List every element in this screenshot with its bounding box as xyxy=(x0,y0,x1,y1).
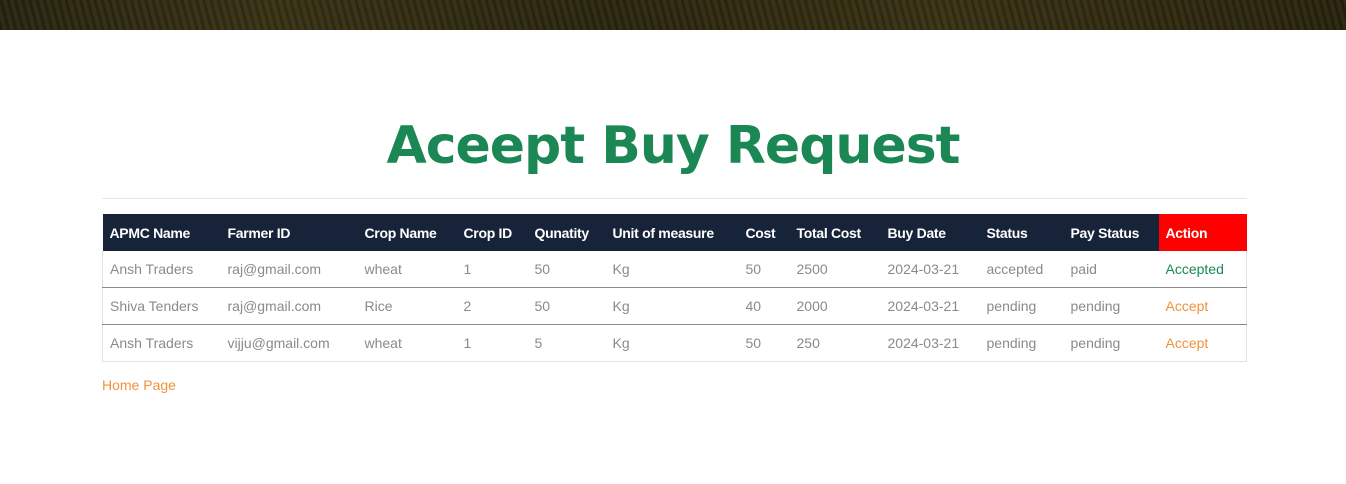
cell-cost: 40 xyxy=(738,287,790,325)
cell-apmc-name: Ansh Traders xyxy=(110,261,194,277)
cell-unit: Kg xyxy=(605,287,739,325)
cell-pay-status: paid xyxy=(1070,261,1097,277)
cell-apmc-name: Ansh Traders xyxy=(102,324,221,362)
column-header-pay-status: Pay Status xyxy=(1063,214,1159,251)
column-header-crop-name: Crop Name xyxy=(357,214,457,251)
cell-total-cost: 2000 xyxy=(789,287,881,325)
cell-status: pending xyxy=(979,324,1064,362)
cell-farmer-id: raj@gmail.com xyxy=(220,287,358,325)
cell-crop-id: 1 xyxy=(463,261,472,277)
cell-unit: Kg xyxy=(605,324,739,362)
table-header-row: APMC Name Farmer ID Crop Name Crop ID Qu… xyxy=(102,214,1247,251)
buy-requests-table: APMC Name Farmer ID Crop Name Crop ID Qu… xyxy=(102,214,1247,362)
cell-farmer-id: vijju@gmail.com xyxy=(220,324,358,362)
column-header-status: Status xyxy=(979,214,1064,251)
cell-pay-status: pending xyxy=(1063,287,1159,325)
table-row: Shiva Tenders raj@gmail.com Rice 2 50 Kg… xyxy=(102,287,1247,325)
cell-quantity: 50 xyxy=(527,287,606,325)
column-header-action: Action xyxy=(1158,214,1247,251)
cell-crop-name: wheat xyxy=(364,261,402,277)
cell-action: Accept xyxy=(1158,324,1247,362)
cell-total-cost: 250 xyxy=(789,324,881,362)
cell-crop-name: Rice xyxy=(357,287,457,325)
column-header-quantity: Qunatity xyxy=(527,214,606,251)
cell-status: pending xyxy=(979,287,1064,325)
cell-crop-id: 1 xyxy=(456,324,528,362)
cell-total-cost: 2500 xyxy=(796,261,828,277)
table-row: Ansh Traders raj@gmail.com wheat 1 50 Kg… xyxy=(103,251,1247,288)
home-page-link[interactable]: Home Page xyxy=(102,377,176,393)
cell-apmc-name: Shiva Tenders xyxy=(102,287,221,325)
cell-pay-status: pending xyxy=(1063,324,1159,362)
column-header-farmer-id: Farmer ID xyxy=(220,214,358,251)
accept-button[interactable]: Accept xyxy=(1166,298,1209,314)
column-header-crop-id: Crop ID xyxy=(456,214,528,251)
column-header-unit: Unit of measure xyxy=(605,214,739,251)
cell-cost: 50 xyxy=(738,324,790,362)
table-row: Ansh Traders vijju@gmail.com wheat 1 5 K… xyxy=(102,324,1247,362)
cell-crop-id: 2 xyxy=(456,287,528,325)
cell-action: Accept xyxy=(1158,287,1247,325)
page-title: Aceept Buy Request xyxy=(386,116,960,176)
column-header-cost: Cost xyxy=(738,214,790,251)
cell-farmer-id: raj@gmail.com xyxy=(227,261,322,277)
column-header-buy-date: Buy Date xyxy=(880,214,980,251)
cell-cost: 50 xyxy=(745,261,762,277)
cell-status: accepted xyxy=(986,261,1044,277)
cell-buy-date: 2024-03-21 xyxy=(887,261,960,277)
hero-banner-strip xyxy=(0,0,1346,30)
accepted-link[interactable]: Accepted xyxy=(1166,261,1224,277)
cell-unit: Kg xyxy=(612,261,630,277)
cell-buy-date: 2024-03-21 xyxy=(880,287,980,325)
accept-button[interactable]: Accept xyxy=(1166,335,1209,351)
divider xyxy=(102,198,1247,199)
cell-crop-name: wheat xyxy=(357,324,457,362)
column-header-total-cost: Total Cost xyxy=(789,214,881,251)
column-header-apmc-name: APMC Name xyxy=(102,214,221,251)
cell-buy-date: 2024-03-21 xyxy=(880,324,980,362)
cell-quantity: 5 xyxy=(527,324,606,362)
cell-action: Accepted xyxy=(1159,251,1247,288)
cell-quantity: 50 xyxy=(534,261,551,277)
